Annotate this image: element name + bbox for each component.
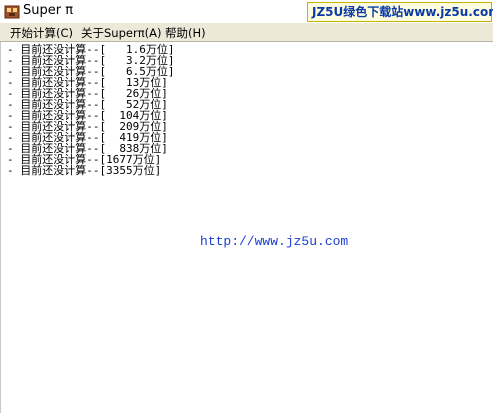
output-area: - 目前还没计算--[ 1.6万位] - 目前还没计算--[ 3.2万位] - … (0, 42, 493, 413)
menu-start-calculation[interactable]: 开始计算(C) (10, 25, 73, 41)
window-title: Super π (23, 3, 74, 18)
watermark-banner: JZ5U绿色下载站www.jz5u.com (307, 2, 493, 22)
app-icon[interactable] (4, 4, 20, 19)
title-bar: Super π JZ5U绿色下载站www.jz5u.com (0, 0, 493, 23)
menu-help[interactable]: 帮助(H) (165, 25, 206, 41)
menu-bar: 开始计算(C) 关于Superπ(A) 帮助(H) (0, 23, 493, 42)
url-link[interactable]: http://www.jz5u.com (200, 234, 348, 249)
menu-about-superpi[interactable]: 关于Superπ(A) (81, 25, 161, 41)
super-pi-window: Super π JZ5U绿色下载站www.jz5u.com 开始计算(C) 关于… (0, 0, 493, 413)
output-line: - 目前还没计算--[3355万位] (7, 164, 162, 177)
